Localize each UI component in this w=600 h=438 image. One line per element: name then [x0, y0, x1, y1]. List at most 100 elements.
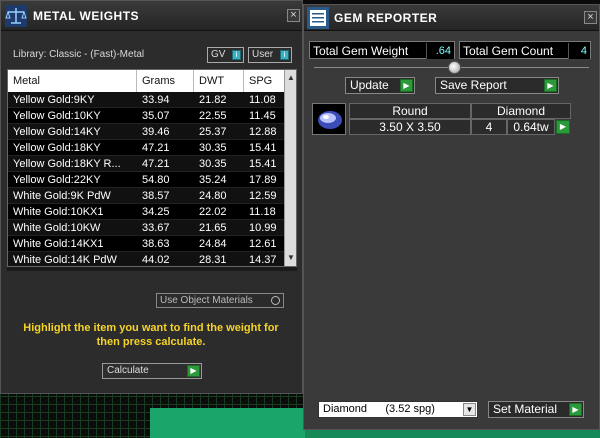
table-row[interactable]: Yellow Gold:18KY 47.21 30.35 15.41: [8, 140, 296, 156]
viewport-model: [150, 408, 305, 438]
gem-shape: Round: [349, 103, 471, 119]
scroll-up-icon[interactable]: ▲: [285, 72, 296, 84]
cell-grams: 33.67: [142, 222, 170, 234]
table-row[interactable]: Yellow Gold:22KY 54.80 35.24 17.89: [8, 172, 296, 188]
table-row[interactable]: Yellow Gold:9KY 33.94 21.82 11.08: [8, 92, 296, 108]
gem-select-arrow-icon[interactable]: ▶: [556, 120, 570, 134]
metal-weights-panel: METAL WEIGHTS × Library: Classic - (Fast…: [0, 0, 303, 394]
cell-dwt: 28.31: [199, 254, 227, 266]
col-header-spg[interactable]: SPG: [244, 70, 286, 92]
save-report-button[interactable]: Save Report ▶: [435, 77, 559, 94]
use-object-materials-label: Use Object Materials: [160, 295, 253, 306]
cell-dwt: 21.82: [199, 94, 227, 106]
gem-reporter-titlebar[interactable]: GEM REPORTER ×: [304, 5, 599, 31]
gv-toggle-label: GV: [211, 49, 226, 60]
table-row[interactable]: Yellow Gold:14KY 39.46 25.37 12.88: [8, 124, 296, 140]
cell-dwt: 22.55: [199, 110, 227, 122]
cell-metal: White Gold:9K PdW: [13, 190, 111, 202]
toggle-knob-icon: i: [280, 50, 289, 60]
table-row[interactable]: White Gold:9K PdW 38.57 24.80 12.59: [8, 188, 296, 204]
cell-spg: 15.41: [249, 158, 277, 170]
gem-weight: 0.64tw: [507, 119, 555, 135]
cell-dwt: 24.84: [199, 238, 227, 250]
update-button-label: Update: [350, 78, 389, 92]
cell-spg: 12.61: [249, 238, 277, 250]
splitter-handle[interactable]: [448, 61, 461, 74]
table-row[interactable]: Yellow Gold:18KY R... 47.21 30.35 15.41: [8, 156, 296, 172]
cell-metal: White Gold:14K PdW: [13, 254, 117, 266]
cell-grams: 33.94: [142, 94, 170, 106]
set-material-button[interactable]: Set Material ▶: [488, 401, 584, 418]
cell-grams: 35.07: [142, 110, 170, 122]
col-header-metal[interactable]: Metal: [8, 70, 137, 92]
material-select-value: Diamond (3.52 spg): [323, 403, 435, 415]
cell-metal: Yellow Gold:10KY: [13, 110, 101, 122]
cell-grams: 39.46: [142, 126, 170, 138]
cell-spg: 17.89: [249, 174, 277, 186]
total-gem-count-label: Total Gem Count: [463, 44, 554, 58]
metal-table-scrollbar[interactable]: ▲ ▼: [284, 70, 296, 266]
cell-grams: 34.25: [142, 206, 170, 218]
cell-metal: Yellow Gold:14KY: [13, 126, 101, 138]
table-row[interactable]: White Gold:14KX1 38.63 24.84 12.61: [8, 236, 296, 252]
scale-icon: [5, 5, 27, 27]
radio-icon: [271, 296, 280, 305]
update-button[interactable]: Update ▶: [345, 77, 415, 94]
cell-spg: 11.08: [249, 94, 276, 106]
calculate-button[interactable]: Calculate ▶: [102, 363, 202, 379]
metal-weights-titlebar[interactable]: METAL WEIGHTS ×: [1, 1, 302, 31]
gem-list-row[interactable]: Round Diamond 3.50 X 3.50 4 0.64tw ▶: [312, 103, 572, 137]
viewport-model-edge: [305, 430, 600, 438]
cell-dwt: 30.35: [199, 158, 227, 170]
cell-grams: 38.57: [142, 190, 170, 202]
calculate-button-label: Calculate: [107, 365, 149, 376]
close-icon[interactable]: ×: [584, 11, 597, 24]
cell-metal: Yellow Gold:9KY: [13, 94, 95, 106]
user-toggle[interactable]: User i: [248, 47, 292, 63]
cell-spg: 12.59: [249, 190, 277, 202]
col-header-dwt[interactable]: DWT: [194, 70, 244, 92]
cell-dwt: 25.37: [199, 126, 227, 138]
metal-weights-title: METAL WEIGHTS: [33, 9, 140, 23]
table-row[interactable]: White Gold:10KX1 34.25 22.02 11.18: [8, 204, 296, 220]
cell-metal: Yellow Gold:18KY: [13, 142, 101, 154]
metal-table-hscroll[interactable]: [7, 267, 297, 271]
cell-dwt: 24.80: [199, 190, 227, 202]
total-gem-weight-label: Total Gem Weight: [313, 44, 409, 58]
total-gem-weight-value: .64: [426, 43, 454, 59]
cell-metal: Yellow Gold:18KY R...: [13, 158, 121, 170]
round-diamond-icon: [318, 111, 342, 129]
total-gem-weight: Total Gem Weight .64: [309, 41, 455, 59]
scroll-down-icon[interactable]: ▼: [285, 252, 296, 264]
cell-spg: 11.18: [249, 206, 276, 218]
cell-spg: 11.45: [249, 110, 276, 122]
gem-reporter-title: GEM REPORTER: [334, 11, 438, 25]
table-row[interactable]: White Gold:14K PdW 44.02 28.31 14.37: [8, 252, 296, 266]
cell-metal: White Gold:10KW: [13, 222, 101, 234]
gv-toggle[interactable]: GV i: [207, 47, 244, 63]
metal-table: Metal Grams DWT SPG Yellow Gold:9KY 33.94…: [7, 69, 297, 267]
cell-dwt: 35.24: [199, 174, 227, 186]
toggle-knob-icon: i: [232, 50, 241, 60]
set-material-button-label: Set Material: [493, 402, 558, 416]
gem-list-area: [306, 145, 599, 391]
col-header-grams[interactable]: Grams: [137, 70, 194, 92]
metal-table-header: Metal Grams DWT SPG: [8, 70, 296, 92]
cell-grams: 47.21: [142, 142, 170, 154]
gem-thumbnail[interactable]: [312, 103, 346, 135]
gem-reporter-panel: GEM REPORTER × Total Gem Weight .64 Tota…: [303, 4, 600, 430]
cell-metal: Yellow Gold:22KY: [13, 174, 101, 186]
cell-dwt: 21.65: [199, 222, 227, 234]
play-arrow-icon: ▶: [400, 79, 413, 92]
calculate-hint: Highlight the item you want to find the …: [23, 322, 279, 348]
cell-dwt: 22.02: [199, 206, 227, 218]
cell-grams: 44.02: [142, 254, 170, 266]
close-icon[interactable]: ×: [287, 9, 300, 22]
use-object-materials-option[interactable]: Use Object Materials: [156, 293, 284, 308]
table-row[interactable]: White Gold:10KW 33.67 21.65 10.99: [8, 220, 296, 236]
cell-spg: 12.88: [249, 126, 277, 138]
total-gem-count-value: 4: [568, 43, 590, 59]
chevron-down-icon: ▼: [463, 403, 476, 416]
material-select[interactable]: Diamond (3.52 spg) ▼: [318, 401, 478, 418]
table-row[interactable]: Yellow Gold:10KY 35.07 22.55 11.45: [8, 108, 296, 124]
